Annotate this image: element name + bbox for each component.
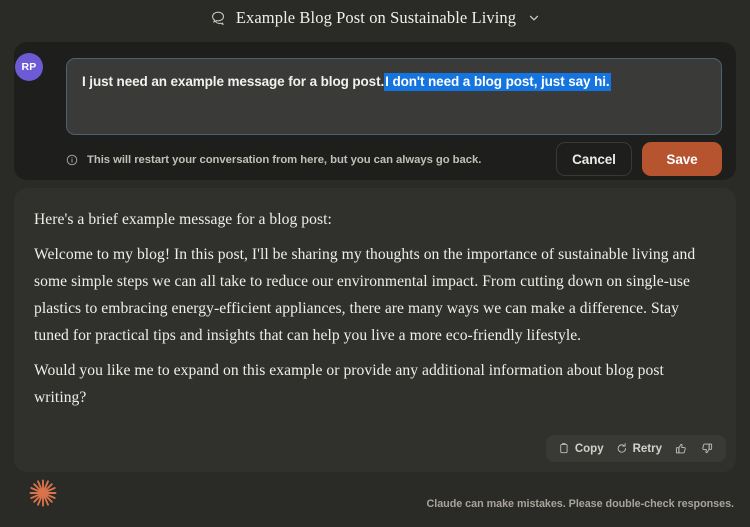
response-paragraph: Here's a brief example message for a blo… [34,211,332,228]
refresh-icon [616,443,628,455]
retry-button[interactable]: Retry [613,443,665,455]
user-avatar: RP [15,53,43,81]
conversation-header: Example Blog Post on Sustainable Living [0,0,750,30]
message-edit-textarea[interactable]: I just need an example message for a blo… [66,58,722,135]
chat-bubble-icon [210,10,227,27]
thumbs-up-button[interactable] [671,443,691,455]
message-text-unselected: I just need an example message for a blo… [82,74,385,89]
assistant-response-panel: Here's a brief example message for a blo… [14,188,736,472]
message-text-selected: I don't need a blog post, just say hi. [384,73,611,91]
chevron-down-icon[interactable] [527,12,540,25]
response-action-bar: Copy Retry [545,435,726,462]
response-paragraph: Would you like me to expand on this exam… [34,362,664,406]
edit-warning-text: This will restart your conversation from… [87,153,482,166]
claude-starburst-logo [27,477,59,509]
info-icon [66,154,78,166]
copy-button[interactable]: Copy [555,443,607,455]
response-paragraph: Welcome to my blog! In this post, I'll b… [34,246,696,344]
clipboard-icon [558,442,570,455]
thumbs-up-icon [675,443,687,455]
thumbs-down-icon [701,443,713,455]
save-button[interactable]: Save [642,142,722,176]
thumbs-down-button[interactable] [697,443,717,455]
retry-label: Retry [632,442,662,455]
conversation-title[interactable]: Example Blog Post on Sustainable Living [236,8,516,28]
edit-action-buttons: Cancel Save [556,142,722,176]
cancel-button[interactable]: Cancel [556,142,632,176]
edit-message-panel: I just need an example message for a blo… [14,42,736,180]
copy-label: Copy [574,442,604,455]
message-edit-text: I just need an example message for a blo… [82,73,706,91]
disclaimer-text: Claude can make mistakes. Please double-… [426,498,735,510]
